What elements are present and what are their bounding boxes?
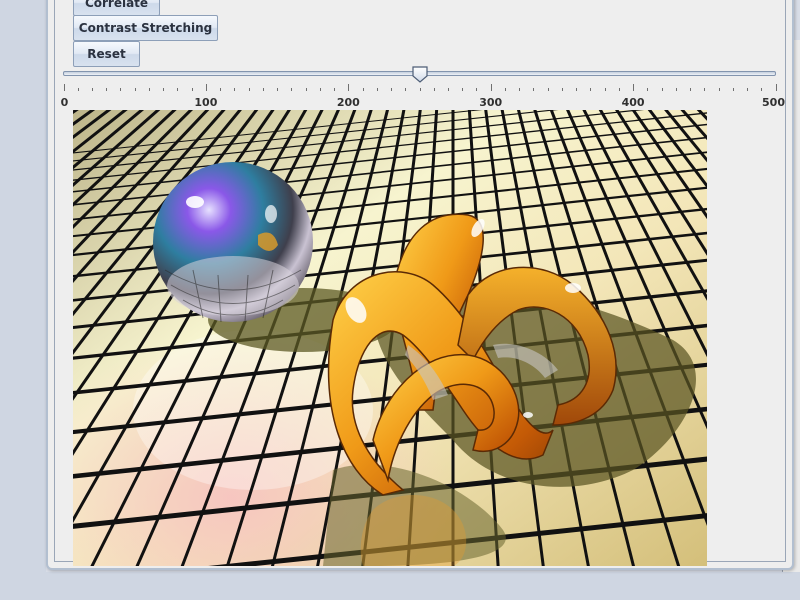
- slider-minor-tick: [92, 88, 93, 91]
- slider-minor-tick: [405, 88, 406, 91]
- slider-minor-tick: [78, 88, 79, 91]
- slider-minor-tick: [676, 88, 677, 91]
- slider-thumb[interactable]: [412, 66, 428, 83]
- raytraced-scene-image: [73, 110, 707, 566]
- contrast-stretching-button[interactable]: Contrast Stretching: [73, 15, 218, 41]
- slider-minor-tick: [462, 88, 463, 91]
- slider-minor-tick: [234, 88, 235, 91]
- slider-minor-tick: [548, 88, 549, 91]
- slider-minor-tick: [647, 88, 648, 91]
- slider-major-tick: [348, 84, 349, 91]
- slider-minor-tick: [291, 88, 292, 91]
- slider-minor-tick: [177, 88, 178, 91]
- slider-major-tick: [206, 84, 207, 91]
- slider-minor-tick: [562, 88, 563, 91]
- slider-minor-tick: [576, 88, 577, 91]
- slider-minor-tick: [719, 88, 720, 91]
- desktop-background-bottom: [0, 572, 800, 600]
- slider-minor-tick: [277, 88, 278, 91]
- slider-minor-tick: [519, 88, 520, 91]
- slider-minor-tick: [263, 88, 264, 91]
- slider-minor-tick: [761, 88, 762, 91]
- slider-minor-tick: [505, 88, 506, 91]
- slider-minor-tick: [163, 88, 164, 91]
- slider-tick-label: 0: [60, 96, 69, 109]
- slider-minor-tick: [690, 88, 691, 91]
- slider-minor-tick: [605, 88, 606, 91]
- slider-minor-tick: [391, 88, 392, 91]
- slider-minor-tick: [363, 88, 364, 91]
- slider-minor-tick: [249, 88, 250, 91]
- slider-major-tick: [633, 84, 634, 91]
- slider-minor-tick: [747, 88, 748, 91]
- slider-minor-tick: [448, 88, 449, 91]
- slider-minor-tick: [192, 88, 193, 91]
- slider-minor-tick: [306, 88, 307, 91]
- slider-minor-tick: [149, 88, 150, 91]
- slider-minor-tick: [106, 88, 107, 91]
- slider-minor-tick: [334, 88, 335, 91]
- slider-major-tick: [491, 84, 492, 91]
- slider-tick-label: 100: [194, 96, 218, 109]
- slider-minor-tick: [320, 88, 321, 91]
- slider-minor-tick: [120, 88, 121, 91]
- slider-minor-tick: [377, 88, 378, 91]
- slider-minor-tick: [733, 88, 734, 91]
- slider-minor-tick: [220, 88, 221, 91]
- slider-tick-label: 400: [621, 96, 645, 109]
- slider-minor-tick: [434, 88, 435, 91]
- slider-tick-label: 300: [479, 96, 503, 109]
- slider-minor-tick: [662, 88, 663, 91]
- correlate-button[interactable]: Correlate: [73, 0, 160, 16]
- slider-minor-tick: [476, 88, 477, 91]
- screen: Correlate Contrast Stretching Reset 0 100…: [0, 0, 800, 600]
- slider-tick-label: 500: [762, 96, 785, 109]
- desktop-background: [0, 0, 46, 600]
- reset-button[interactable]: Reset: [73, 41, 140, 67]
- slider-minor-tick: [619, 88, 620, 91]
- slider-minor-tick: [590, 88, 591, 91]
- slider-minor-tick: [533, 88, 534, 91]
- image-display: [73, 110, 707, 566]
- slider-minor-tick: [135, 88, 136, 91]
- slider-minor-tick: [704, 88, 705, 91]
- slider-minor-tick: [420, 88, 421, 91]
- slider-major-tick: [64, 84, 65, 91]
- slider-major-tick: [776, 84, 777, 91]
- slider-tick-label: 200: [336, 96, 360, 109]
